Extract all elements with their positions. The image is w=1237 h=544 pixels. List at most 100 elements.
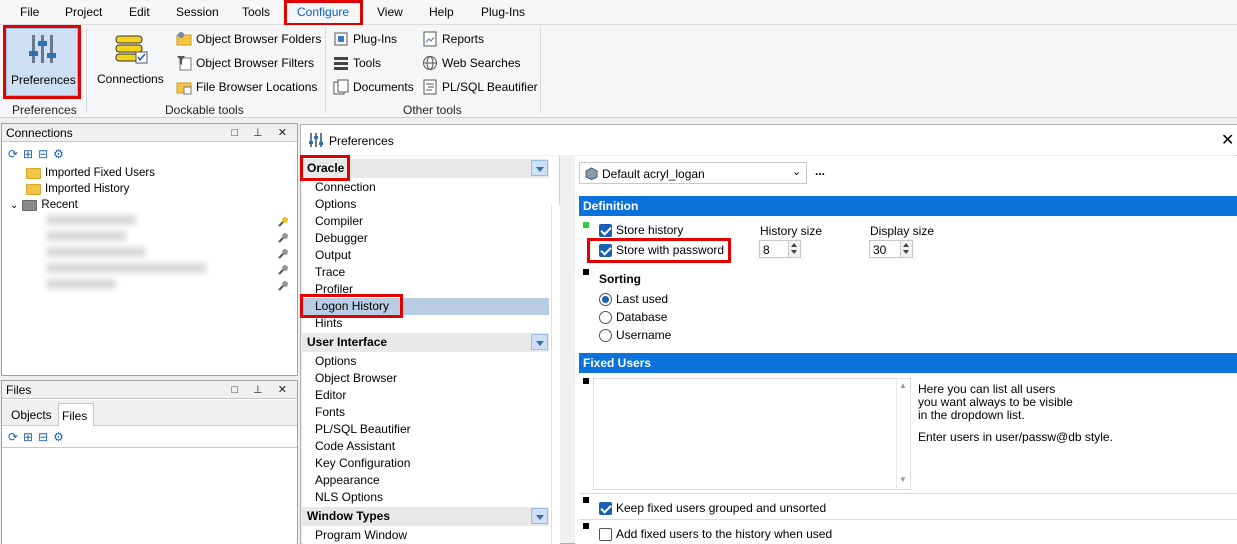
add-fixed-users-to-history-checkbox[interactable]: Add fixed users to the history when used (599, 527, 832, 541)
category-oracle[interactable]: Oracle (302, 159, 549, 178)
files-list[interactable] (2, 447, 297, 544)
object-browser-folders-button[interactable]: Object Browser Folders (176, 31, 321, 47)
plsql-beautifier-button[interactable]: PL/SQL Beautifier (422, 79, 538, 95)
nav-output[interactable]: Output (315, 248, 351, 262)
textarea-scrollbar[interactable]: ▲ ▼ (896, 379, 910, 489)
database-connections-icon (115, 35, 148, 64)
nav-code-assistant[interactable]: Code Assistant (315, 439, 395, 453)
display-size-spinner[interactable]: 30 (869, 240, 913, 258)
tab-files[interactable]: Files (58, 403, 94, 426)
chevron-down-icon[interactable] (531, 160, 548, 176)
tree-item-imported-history[interactable]: Imported History (26, 183, 129, 195)
menu-plug-ins[interactable]: Plug-Ins (481, 5, 525, 19)
web-searches-label: Web Searches (442, 56, 521, 70)
tools-button[interactable]: Tools (333, 55, 381, 71)
object-browser-filters-button[interactable]: Object Browser Filters (176, 55, 314, 71)
panel-controls[interactable]: □ ⊥ ✕ (231, 383, 293, 396)
group-other-tools: Other tools (403, 103, 462, 117)
store-with-password-checkbox[interactable]: Store with password (599, 243, 724, 257)
menu-file[interactable]: File (20, 5, 39, 19)
menu-help[interactable]: Help (429, 5, 454, 19)
nav-key-configuration[interactable]: Key Configuration (315, 456, 410, 470)
scroll-up-icon[interactable]: ▲ (899, 381, 907, 390)
plug-ins-button[interactable]: Plug-Ins (333, 31, 397, 47)
tab-objects[interactable]: Objects (11, 408, 52, 422)
sort-last-used-radio[interactable]: Last used (599, 292, 668, 306)
spinner-arrows[interactable] (900, 241, 912, 257)
folder-icon (176, 32, 192, 46)
nav-scrollbar[interactable] (551, 205, 560, 544)
filter-icon (177, 56, 192, 71)
radio-icon (599, 328, 612, 342)
chevron-down-icon[interactable] (531, 334, 548, 350)
menu-configure[interactable]: Configure (297, 5, 349, 19)
file-browser-locations-label: File Browser Locations (196, 80, 318, 94)
nav-profiler[interactable]: Profiler (315, 282, 353, 296)
store-with-password-label: Store with password (616, 243, 725, 257)
folder-location-icon (176, 82, 192, 95)
nav-logon-history[interactable]: Logon History (315, 299, 389, 313)
object-browser-filters-label: Object Browser Filters (196, 56, 315, 70)
menu-session[interactable]: Session (176, 5, 219, 19)
nav-ui-options[interactable]: Options (315, 354, 356, 368)
nav-plsql-beautifier[interactable]: PL/SQL Beautifier (315, 422, 411, 436)
nav-appearance[interactable]: Appearance (315, 473, 380, 487)
more-button[interactable]: ... (815, 164, 825, 178)
nav-trace[interactable]: Trace (315, 265, 345, 279)
nav-debugger[interactable]: Debugger (315, 231, 368, 245)
category-user-interface[interactable]: User Interface (302, 333, 549, 352)
file-browser-locations-button[interactable]: File Browser Locations (176, 79, 317, 95)
documents-button[interactable]: Documents (333, 79, 414, 95)
radio-label: Username (616, 328, 672, 342)
profile-select[interactable]: Default acryl_logan ⌄ (579, 162, 807, 184)
scroll-down-icon[interactable]: ▼ (899, 475, 907, 484)
keep-fixed-users-grouped-checkbox[interactable]: Keep fixed users grouped and unsorted (599, 501, 826, 515)
files-panel: Files □ ⊥ ✕ Objects Files ⟳⊞⊟⚙ (1, 380, 298, 544)
menu-project[interactable]: Project (65, 5, 102, 19)
nav-options[interactable]: Options (315, 197, 356, 211)
preferences-button[interactable]: Preferences (6, 28, 78, 96)
connections-toolbar[interactable]: ⟳⊞⊟⚙ (8, 147, 69, 161)
tree-item-recent[interactable]: ⌄ Recent (10, 199, 78, 211)
ribbon: Preferences Preferences Connections Obje… (0, 25, 1237, 118)
connections-button[interactable]: Connections (94, 28, 166, 96)
nav-compiler[interactable]: Compiler (315, 214, 363, 228)
section-marker (583, 523, 589, 529)
spinner-arrows[interactable] (788, 241, 800, 257)
menu-tools[interactable]: Tools (242, 5, 270, 19)
sort-username-radio[interactable]: Username (599, 328, 671, 342)
key-icon (278, 233, 288, 243)
sorting-header: Sorting (599, 272, 641, 286)
reports-button[interactable]: Reports (422, 31, 484, 47)
web-searches-button[interactable]: Web Searches (422, 55, 521, 71)
fixed-users-textarea[interactable]: ▲ ▼ (593, 378, 911, 490)
connections-title: Connections (6, 126, 73, 140)
section-marker (583, 222, 589, 228)
key-icon (278, 265, 288, 275)
nav-connection[interactable]: Connection (315, 180, 376, 194)
sliders-icon (29, 35, 56, 63)
nav-nls-options[interactable]: NLS Options (315, 490, 383, 504)
sort-database-radio[interactable]: Database (599, 310, 667, 324)
nav-object-browser[interactable]: Object Browser (315, 371, 397, 385)
nav-program-window[interactable]: Program Window (315, 528, 407, 542)
chevron-down-icon[interactable] (531, 508, 548, 524)
history-size-spinner[interactable]: 8 (759, 240, 801, 258)
category-window-types[interactable]: Window Types (302, 507, 549, 526)
close-icon[interactable]: ✕ (1221, 130, 1234, 150)
blurred-entry (46, 247, 146, 257)
tree-item-imported-fixed-users[interactable]: Imported Fixed Users (26, 167, 155, 179)
store-history-label: Store history (616, 223, 684, 237)
menu-view[interactable]: View (377, 5, 403, 19)
nav-fonts[interactable]: Fonts (315, 405, 345, 419)
documents-label: Documents (353, 80, 414, 94)
nav-editor[interactable]: Editor (315, 388, 346, 402)
profile-value: Default acryl_logan (602, 167, 705, 181)
tree-label: Imported Fixed Users (45, 167, 155, 179)
nav-hints[interactable]: Hints (315, 316, 342, 330)
files-toolbar[interactable]: ⟳⊞⊟⚙ (8, 430, 69, 444)
panel-controls[interactable]: □ ⊥ ✕ (231, 126, 293, 139)
store-history-checkbox[interactable]: Store history (599, 223, 683, 237)
menu-edit[interactable]: Edit (129, 5, 150, 19)
tools-list-icon (334, 57, 348, 70)
